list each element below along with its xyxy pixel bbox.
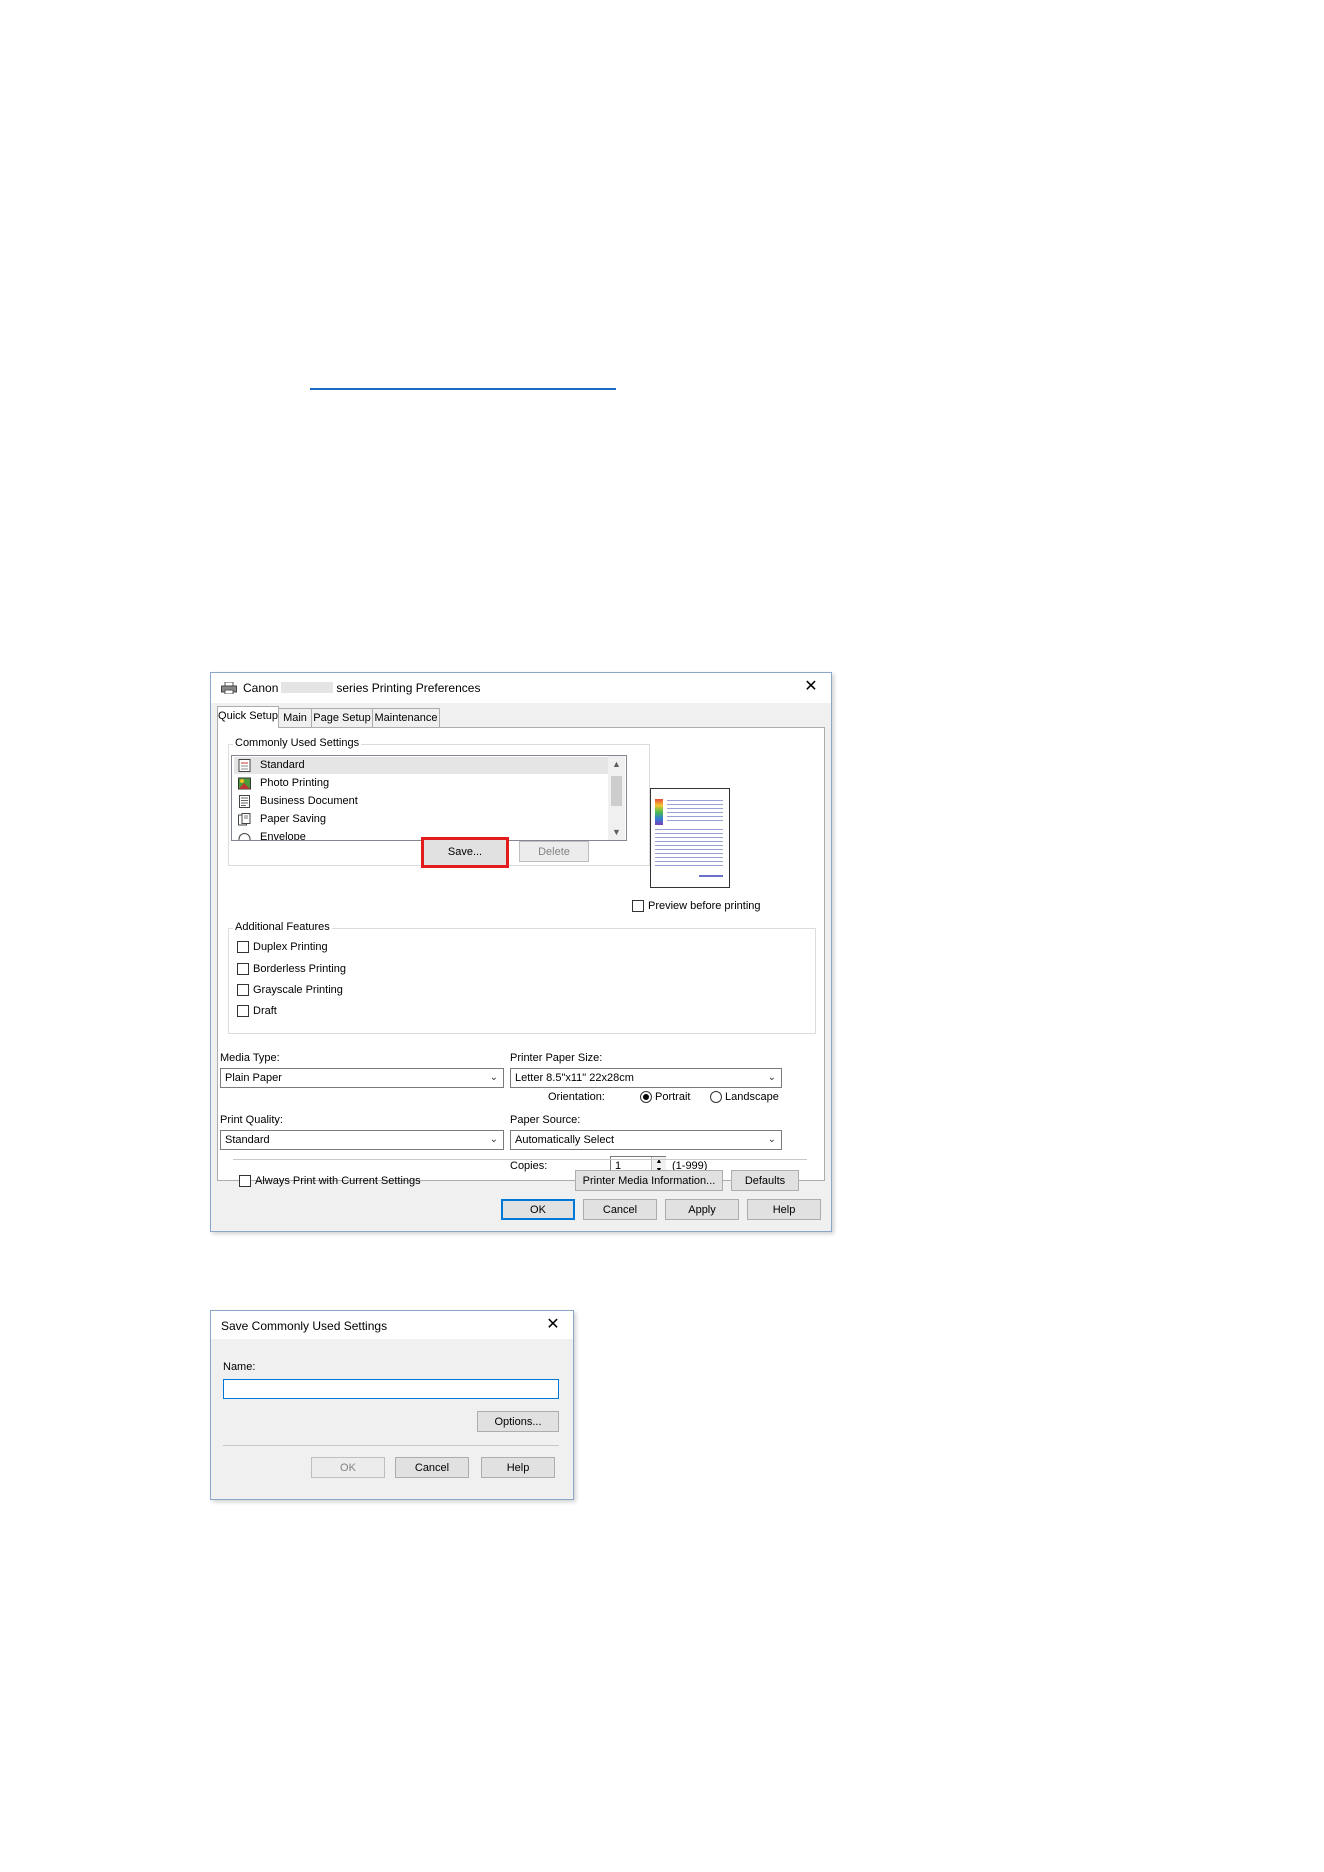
- print-quality-select[interactable]: Standard ⌄: [220, 1130, 504, 1150]
- preview-before-printing-label: Preview before printing: [648, 900, 761, 912]
- commonly-used-settings-list[interactable]: Standard Photo Printing Business Documen…: [231, 755, 627, 841]
- draft-label: Draft: [253, 1005, 277, 1017]
- list-item-label: Envelope: [260, 831, 306, 841]
- list-item[interactable]: Business Document: [234, 793, 608, 810]
- copies-label: Copies:: [510, 1160, 548, 1172]
- print-quality-value: Standard: [225, 1134, 270, 1146]
- ok-button[interactable]: OK: [311, 1457, 385, 1478]
- preview-color-bar: [655, 799, 663, 825]
- printer-paper-size-value: Letter 8.5"x11" 22x28cm: [515, 1072, 634, 1084]
- list-item[interactable]: Paper Saving: [234, 811, 608, 828]
- save-button[interactable]: Save...: [421, 837, 509, 868]
- duplex-printing-checkbox[interactable]: [237, 941, 249, 953]
- preview-before-printing-checkbox[interactable]: [632, 900, 644, 912]
- paper-source-value: Automatically Select: [515, 1134, 615, 1146]
- delete-button[interactable]: Delete: [519, 841, 589, 862]
- quick-setup-panel: Commonly Used Settings Standard Photo Pr…: [217, 727, 825, 1181]
- close-button[interactable]: ✕: [543, 1315, 563, 1335]
- cancel-button[interactable]: Cancel: [395, 1457, 469, 1478]
- portrait-radio[interactable]: [640, 1091, 652, 1103]
- dialog-title: Canon series Printing Preferences: [243, 681, 481, 695]
- borderless-printing-label: Borderless Printing: [253, 963, 346, 975]
- media-type-label: Media Type:: [220, 1052, 280, 1064]
- scroll-up-icon[interactable]: ▲: [608, 756, 625, 772]
- printer-media-information-button[interactable]: Printer Media Information...: [575, 1170, 723, 1191]
- portrait-label: Portrait: [655, 1091, 691, 1103]
- redacted-model-name: [281, 682, 334, 693]
- save-commonly-used-settings-dialog: Save Commonly Used Settings ✕ Name: Opti…: [210, 1310, 574, 1500]
- photo-icon: [238, 777, 251, 790]
- separator: [223, 1445, 559, 1446]
- list-item[interactable]: Photo Printing: [234, 775, 608, 792]
- borderless-printing-checkbox[interactable]: [237, 963, 249, 975]
- scroll-thumb[interactable]: [611, 776, 622, 806]
- name-label: Name:: [223, 1361, 256, 1373]
- list-item-label: Business Document: [260, 795, 358, 807]
- title-bar: Canon series Printing Preferences ✕: [211, 673, 831, 703]
- printer-paper-size-label: Printer Paper Size:: [510, 1052, 603, 1064]
- landscape-label: Landscape: [725, 1091, 779, 1103]
- always-print-label: Always Print with Current Settings: [255, 1175, 421, 1187]
- chevron-down-icon: ⌄: [489, 1072, 498, 1083]
- options-button[interactable]: Options...: [477, 1411, 559, 1432]
- standard-icon: [238, 759, 251, 772]
- list-item[interactable]: Standard: [234, 757, 608, 774]
- tab-quick-setup[interactable]: Quick Setup: [217, 706, 279, 728]
- additional-features-group: Additional Features Duplex Printing Bord…: [228, 921, 816, 1034]
- list-item-label: Standard: [260, 759, 305, 771]
- list-scrollbar[interactable]: ▲ ▼: [608, 756, 625, 840]
- document-link-underline[interactable]: [310, 388, 616, 390]
- grayscale-printing-label: Grayscale Printing: [253, 984, 343, 996]
- always-print-checkbox[interactable]: [239, 1175, 251, 1187]
- landscape-radio[interactable]: [710, 1091, 722, 1103]
- help-button[interactable]: Help: [747, 1199, 821, 1220]
- name-field[interactable]: [223, 1379, 559, 1399]
- dialog-title: Save Commonly Used Settings: [221, 1319, 388, 1333]
- scroll-down-icon[interactable]: ▼: [608, 824, 625, 840]
- chevron-down-icon: ⌄: [489, 1134, 498, 1145]
- additional-features-label: Additional Features: [233, 921, 332, 933]
- paper-saving-icon: [238, 813, 251, 826]
- chevron-down-icon: ⌄: [767, 1072, 776, 1083]
- orientation-label: Orientation:: [548, 1091, 605, 1103]
- grayscale-printing-checkbox[interactable]: [237, 984, 249, 996]
- ok-button[interactable]: OK: [501, 1199, 575, 1220]
- help-button[interactable]: Help: [481, 1457, 555, 1478]
- title-bar: Save Commonly Used Settings ✕: [211, 1311, 573, 1339]
- paper-source-label: Paper Source:: [510, 1114, 581, 1126]
- chevron-down-icon: ⌄: [767, 1134, 776, 1145]
- apply-button[interactable]: Apply: [665, 1199, 739, 1220]
- tab-main[interactable]: Main: [278, 708, 312, 727]
- envelope-icon: [238, 833, 251, 840]
- print-quality-label: Print Quality:: [220, 1114, 283, 1126]
- defaults-button[interactable]: Defaults: [731, 1170, 799, 1191]
- tab-maintenance[interactable]: Maintenance: [372, 708, 440, 727]
- separator: [233, 1159, 807, 1160]
- list-item-label: Paper Saving: [260, 813, 327, 825]
- duplex-printing-label: Duplex Printing: [253, 941, 328, 953]
- cancel-button[interactable]: Cancel: [583, 1199, 657, 1220]
- list-item-label: Photo Printing: [260, 777, 330, 789]
- media-type-select[interactable]: Plain Paper ⌄: [220, 1068, 504, 1088]
- close-button[interactable]: ✕: [801, 677, 821, 697]
- printer-paper-size-select[interactable]: Letter 8.5"x11" 22x28cm ⌄: [510, 1068, 782, 1088]
- commonly-used-settings-group: Commonly Used Settings Standard Photo Pr…: [228, 737, 650, 868]
- printing-preferences-dialog: Canon series Printing Preferences ✕ Quick…: [210, 672, 832, 1232]
- document-icon: [239, 795, 250, 808]
- print-preview-page: [650, 788, 730, 888]
- commonly-used-settings-label: Commonly Used Settings: [233, 737, 362, 749]
- printer-icon: [221, 682, 237, 694]
- draft-checkbox[interactable]: [237, 1005, 249, 1017]
- tab-page-setup[interactable]: Page Setup: [311, 708, 373, 727]
- media-type-value: Plain Paper: [225, 1072, 282, 1084]
- paper-source-select[interactable]: Automatically Select ⌄: [510, 1130, 782, 1150]
